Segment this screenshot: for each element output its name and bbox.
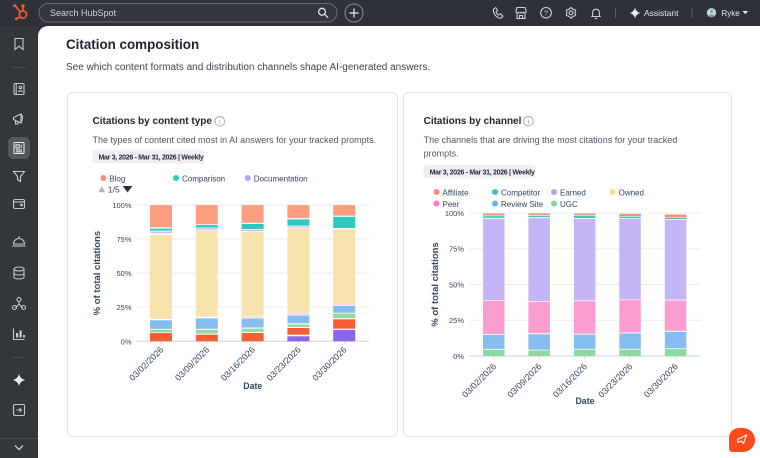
- svg-text:% of total citations: % of total citations: [430, 242, 441, 326]
- svg-text:03/30/2026: 03/30/2026: [310, 345, 348, 383]
- svg-text:100%: 100%: [112, 201, 132, 210]
- svg-text:1/5: 1/5: [108, 184, 120, 194]
- svg-text:% of total citations: % of total citations: [92, 231, 103, 315]
- svg-text:Documentation: Documentation: [254, 174, 308, 183]
- svg-text:03/30/2026: 03/30/2026: [642, 361, 680, 399]
- svg-text:Earned: Earned: [560, 188, 586, 197]
- svg-text:75%: 75%: [449, 245, 464, 254]
- svg-text:Peer: Peer: [443, 200, 460, 209]
- svg-text:prompts.: prompts.: [424, 149, 459, 159]
- svg-text:Date: Date: [243, 381, 262, 391]
- svg-text:03/09/2026: 03/09/2026: [505, 361, 543, 399]
- svg-text:UGC: UGC: [560, 200, 578, 209]
- svg-text:Affiliate: Affiliate: [443, 188, 470, 197]
- svg-text:i: i: [528, 119, 530, 126]
- svg-text:0%: 0%: [121, 337, 132, 346]
- svg-text:i: i: [219, 119, 221, 126]
- svg-text:The types of content cited mos: The types of content cited most in AI an…: [93, 135, 377, 145]
- svg-text:Date: Date: [575, 396, 594, 406]
- svg-text:25%: 25%: [449, 316, 464, 325]
- svg-text:Competitor: Competitor: [501, 188, 540, 197]
- svg-text:03/02/2026: 03/02/2026: [460, 361, 498, 399]
- svg-text:03/16/2026: 03/16/2026: [551, 361, 589, 399]
- svg-text:50%: 50%: [116, 269, 131, 278]
- svg-text:03/16/2026: 03/16/2026: [219, 345, 257, 383]
- svg-text:Owned: Owned: [619, 188, 644, 197]
- svg-text:03/23/2026: 03/23/2026: [265, 345, 303, 383]
- svg-text:100%: 100%: [445, 209, 465, 218]
- svg-text:75%: 75%: [116, 235, 131, 244]
- svg-text:03/02/2026: 03/02/2026: [127, 345, 165, 383]
- svg-text:Mar 3, 2026 - Mar 31, 2026 | W: Mar 3, 2026 - Mar 31, 2026 | Weekly: [430, 170, 535, 177]
- svg-text:25%: 25%: [116, 303, 131, 312]
- svg-text:Review Site: Review Site: [501, 200, 544, 209]
- svg-text:50%: 50%: [449, 281, 464, 290]
- svg-text:Citations by content type: Citations by content type: [93, 116, 213, 127]
- svg-text:03/23/2026: 03/23/2026: [596, 361, 634, 399]
- svg-text:Mar 3, 2026 - Mar 31, 2026 | W: Mar 3, 2026 - Mar 31, 2026 | Weekly: [99, 155, 204, 162]
- svg-text:0%: 0%: [453, 352, 464, 361]
- svg-text:Citations by channel: Citations by channel: [424, 116, 522, 127]
- svg-text:The channels that are driving: The channels that are driving the most c…: [424, 135, 678, 145]
- svg-text:Comparison: Comparison: [182, 174, 225, 183]
- svg-text:03/09/2026: 03/09/2026: [173, 345, 211, 383]
- svg-text:Blog: Blog: [109, 174, 125, 183]
